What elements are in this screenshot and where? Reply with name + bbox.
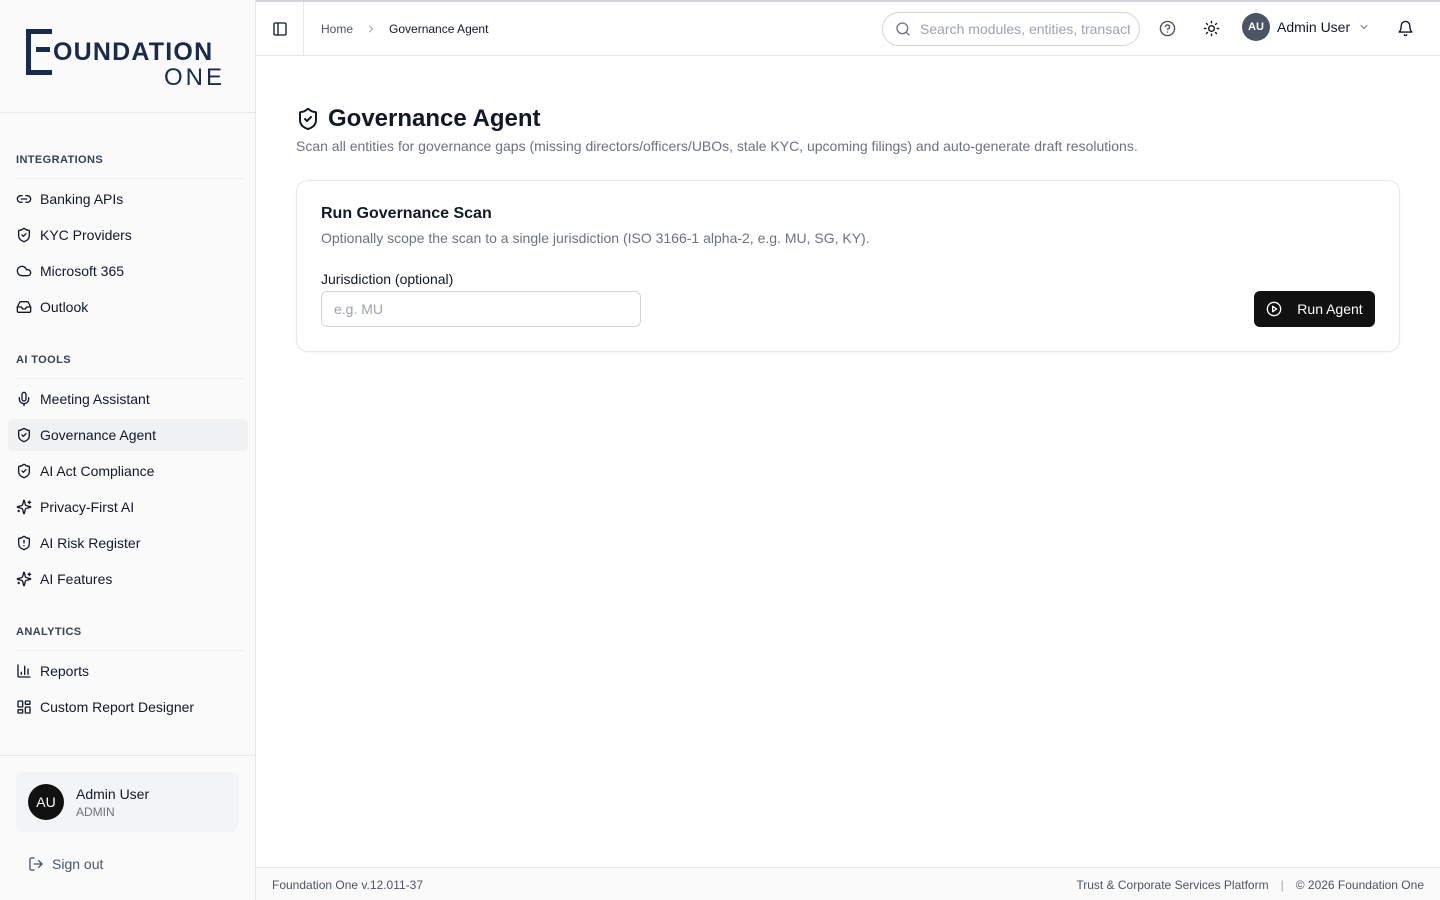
shield-check-icon xyxy=(299,108,317,131)
sidebar-item-reports[interactable]: Reports xyxy=(8,655,248,687)
sidebar-item-ai-risk-register[interactable]: AI Risk Register xyxy=(8,527,248,559)
shield-check-icon xyxy=(16,463,32,479)
section-title: INTEGRATIONS xyxy=(16,154,104,166)
user-card[interactable]: AU Admin User ADMIN xyxy=(16,772,239,832)
help-circle-icon xyxy=(1159,20,1175,36)
cloud-icon xyxy=(16,263,32,279)
jurisdiction-label: Jurisdiction (optional) xyxy=(321,271,454,287)
card-description: Optionally scope the scan to a single ju… xyxy=(321,230,870,246)
sidebar-item-label: Governance Agent xyxy=(40,427,156,443)
sidebar-footer: AU Admin User ADMIN Sign out xyxy=(0,755,255,900)
governance-scan-card: Run Governance Scan Optionally scope the… xyxy=(296,180,1400,352)
sidebar-item-label: Reports xyxy=(40,663,90,679)
help-button[interactable] xyxy=(1158,19,1176,37)
sparkles-icon xyxy=(16,499,32,515)
run-agent-button[interactable]: Run Agent xyxy=(1254,291,1375,327)
copyright-text: © 2026 Foundation One xyxy=(1295,878,1424,892)
jurisdiction-input[interactable] xyxy=(321,291,641,327)
bar-chart-icon xyxy=(16,663,32,679)
nav-section-ai-tools: AI TOOLS Meeting Assistant Governance Ag… xyxy=(8,352,248,599)
breadcrumb-home-link[interactable]: Home xyxy=(321,22,353,36)
main-content: Governance Agent Scan all entities for g… xyxy=(256,56,1440,867)
version-text: Foundation One v.12.011-37 xyxy=(272,878,423,892)
global-search[interactable] xyxy=(882,12,1140,46)
footer-separator: | xyxy=(1280,878,1284,892)
section-title: AI TOOLS xyxy=(16,354,71,366)
logo-mark-icon xyxy=(26,29,52,75)
nav-section-integrations: INTEGRATIONS Banking APIs KYC Providers … xyxy=(8,152,248,327)
search-icon xyxy=(896,22,910,36)
sidebar-item-label: Meeting Assistant xyxy=(40,391,150,407)
log-out-icon xyxy=(29,857,43,871)
sign-out-label: Sign out xyxy=(52,856,104,872)
shield-check-icon xyxy=(16,227,32,243)
sidebar-item-governance-agent[interactable]: Governance Agent xyxy=(8,419,248,451)
sidebar-item-custom-report-designer[interactable]: Custom Report Designer xyxy=(8,691,248,723)
sidebar-item-label: Privacy-First AI xyxy=(40,499,135,515)
shield-alert-icon xyxy=(16,535,32,551)
sign-out-button[interactable]: Sign out xyxy=(28,856,103,872)
sidebar-item-banking-apis[interactable]: Banking APIs xyxy=(8,183,248,215)
search-input[interactable] xyxy=(920,21,1130,37)
sidebar-item-label: Microsoft 365 xyxy=(40,263,125,279)
sidebar-item-label: Banking APIs xyxy=(40,191,124,207)
layout-grid-icon xyxy=(16,699,32,715)
page-description: Scan all entities for governance gaps (m… xyxy=(296,138,1138,154)
avatar: AU xyxy=(28,784,64,820)
shield-check-icon xyxy=(16,427,32,443)
divider xyxy=(16,178,244,179)
page-heading: Governance Agent xyxy=(296,105,541,133)
sidebar-item-meeting-assistant[interactable]: Meeting Assistant xyxy=(8,383,248,415)
sidebar-item-label: Outlook xyxy=(40,299,89,315)
user-menu-button[interactable]: AU Admin User xyxy=(1242,13,1370,41)
sidebar-toggle-button[interactable] xyxy=(256,1,304,56)
breadcrumb: Home Governance Agent xyxy=(321,22,488,36)
breadcrumb-current: Governance Agent xyxy=(389,21,489,36)
sidebar-item-kyc-providers[interactable]: KYC Providers xyxy=(8,219,248,251)
top-header: Home Governance Agent AU Admin User xyxy=(256,0,1440,56)
sidebar-item-label: KYC Providers xyxy=(40,227,132,243)
sidebar-item-label: AI Act Compliance xyxy=(40,463,155,479)
play-circle-icon xyxy=(1266,301,1282,317)
logo-text-one: ONE xyxy=(164,64,226,91)
sidebar-item-label: Custom Report Designer xyxy=(40,699,195,715)
sidebar-item-ai-features[interactable]: AI Features xyxy=(8,563,248,595)
sidebar-item-label: AI Risk Register xyxy=(40,535,141,551)
user-name: Admin User xyxy=(76,785,150,802)
inbox-icon xyxy=(16,299,32,315)
avatar: AU xyxy=(1242,13,1270,41)
user-menu-name: Admin User xyxy=(1277,19,1351,35)
run-agent-label: Run Agent xyxy=(1297,301,1363,317)
user-role: ADMIN xyxy=(76,804,115,819)
sun-icon xyxy=(1203,20,1219,36)
notifications-button[interactable] xyxy=(1396,19,1414,37)
chevron-down-icon xyxy=(1360,25,1368,29)
panel-left-icon xyxy=(272,21,287,36)
chevron-right-icon xyxy=(365,23,377,35)
footer-meta: Trust & Corporate Services Platform | © … xyxy=(1076,878,1424,892)
platform-text: Trust & Corporate Services Platform xyxy=(1076,878,1269,892)
section-title: ANALYTICS xyxy=(16,626,82,638)
sidebar-item-ai-act-compliance[interactable]: AI Act Compliance xyxy=(8,455,248,487)
divider xyxy=(16,378,244,379)
brand-logo[interactable]: OUNDATION ONE xyxy=(0,0,255,113)
sidebar-item-outlook[interactable]: Outlook xyxy=(8,291,248,323)
bell-icon xyxy=(1397,20,1413,36)
link-icon xyxy=(16,191,32,207)
nav-section-analytics: ANALYTICS Reports Custom Report Designer xyxy=(8,624,248,727)
sparkles-icon xyxy=(16,571,32,587)
card-title: Run Governance Scan xyxy=(321,205,492,222)
sidebar-item-microsoft-365[interactable]: Microsoft 365 xyxy=(8,255,248,287)
page-title: Governance Agent xyxy=(328,105,541,132)
logo-text-foundation: OUNDATION xyxy=(53,38,214,66)
microphone-icon xyxy=(16,391,32,407)
app-footer: Foundation One v.12.011-37 Trust & Corpo… xyxy=(256,867,1440,900)
theme-toggle-button[interactable] xyxy=(1202,19,1220,37)
sidebar-item-label: AI Features xyxy=(40,571,113,587)
sidebar-item-privacy-first-ai[interactable]: Privacy-First AI xyxy=(8,491,248,523)
divider xyxy=(16,650,244,651)
sidebar: OUNDATION ONE INTEGRATIONS Banking APIs … xyxy=(0,0,256,900)
